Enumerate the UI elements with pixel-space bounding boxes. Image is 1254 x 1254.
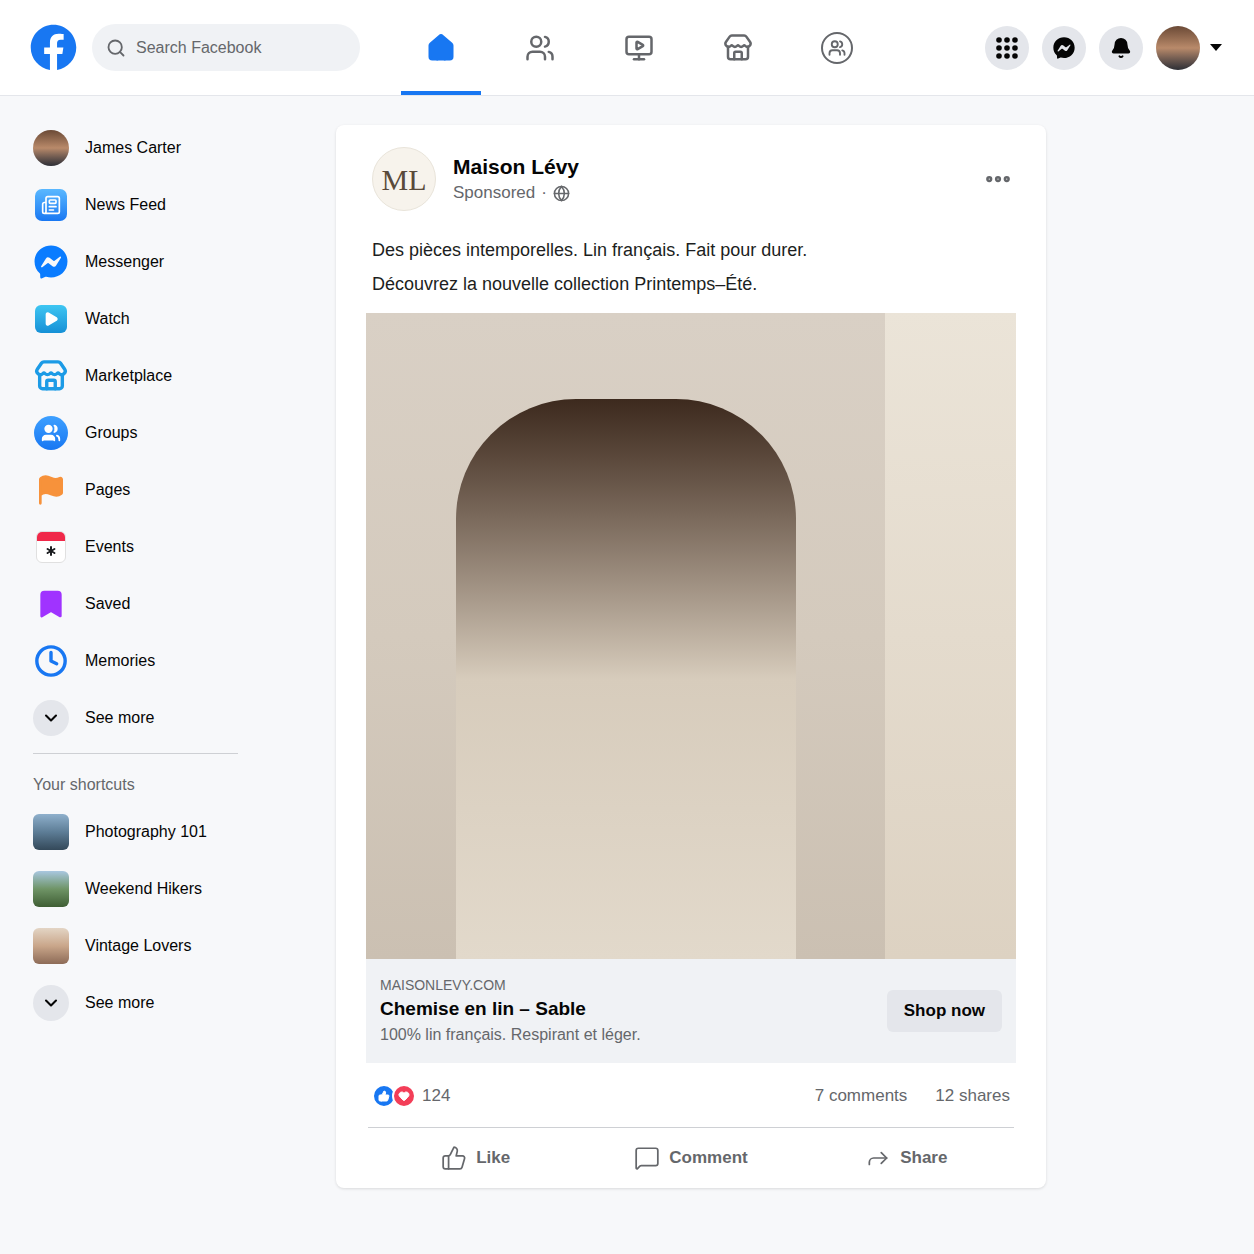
saved-icon xyxy=(33,586,69,622)
marketplace-icon xyxy=(33,358,69,394)
profile-avatar xyxy=(33,130,69,166)
caret-down-icon xyxy=(1210,44,1222,52)
bell-icon xyxy=(1110,37,1132,59)
link-domain: MAISONLEVY.COM xyxy=(380,975,875,995)
facebook-logo-icon[interactable] xyxy=(30,24,77,71)
search-icon xyxy=(106,38,126,58)
watch-icon xyxy=(33,301,69,337)
reactions-row: 124 7 comments 12 shares xyxy=(336,1063,1046,1127)
link-description: 100% lin français. Respirant et léger. xyxy=(380,1023,875,1047)
ad-image[interactable] xyxy=(366,313,1016,959)
top-bar: Search Facebook xyxy=(0,0,1254,96)
actions-divider xyxy=(368,1127,1014,1128)
watch-icon xyxy=(624,33,654,63)
comment-icon xyxy=(634,1145,660,1171)
sidebar-item[interactable]: Groups xyxy=(33,404,336,461)
shortcut-thumbnail xyxy=(33,871,69,907)
messenger-icon xyxy=(1053,37,1075,59)
sidebar-item[interactable]: Watch xyxy=(33,290,336,347)
nav-tab[interactable] xyxy=(797,0,877,95)
messenger-icon xyxy=(33,244,69,280)
sidebar-divider xyxy=(33,753,238,754)
like-button[interactable]: Like xyxy=(368,1128,583,1188)
sidebar-item[interactable]: Events xyxy=(33,518,336,575)
more-options-button[interactable] xyxy=(983,164,1013,194)
globe-icon xyxy=(553,185,570,202)
menu-button[interactable] xyxy=(985,26,1029,70)
events-icon xyxy=(33,529,69,565)
friends-icon xyxy=(525,33,555,63)
like-icon xyxy=(441,1145,467,1171)
left-sidebar: James CarterNews FeedMessengerWatchMarke… xyxy=(0,96,336,1031)
shortcut-thumbnail xyxy=(33,814,69,850)
love-reaction-icon xyxy=(392,1084,416,1108)
sidebar-item[interactable]: News Feed xyxy=(33,176,336,233)
sidebar-item[interactable]: Pages xyxy=(33,461,336,518)
link-preview[interactable]: MAISONLEVY.COMChemise en lin – Sable100%… xyxy=(366,959,1016,1063)
news-feed-icon xyxy=(33,187,69,223)
messenger-button[interactable] xyxy=(1042,26,1086,70)
reactions-summary[interactable]: 124 xyxy=(372,1083,450,1109)
pages-icon xyxy=(33,472,69,508)
home-icon xyxy=(426,33,456,63)
sidebar-item[interactable]: Messenger xyxy=(33,233,336,290)
profile-item[interactable]: James Carter xyxy=(33,119,336,176)
comments-count[interactable]: 7 comments xyxy=(815,1083,908,1109)
shortcut-item[interactable]: Weekend Hikers xyxy=(33,860,336,917)
share-icon xyxy=(865,1145,891,1171)
nav-tab[interactable] xyxy=(500,0,580,95)
account-button[interactable] xyxy=(1156,26,1222,70)
search-field[interactable]: Search Facebook xyxy=(92,24,360,71)
shortcut-item[interactable]: Vintage Lovers xyxy=(33,917,336,974)
post-text: Des pièces intemporelles. Lin français. … xyxy=(336,233,1046,301)
profile-avatar xyxy=(1156,26,1200,70)
sidebar-item[interactable]: Memories xyxy=(33,632,336,689)
sidebar-item[interactable]: Marketplace xyxy=(33,347,336,404)
nav-tab[interactable] xyxy=(401,0,481,95)
memories-icon xyxy=(33,643,69,679)
page-avatar[interactable]: ML xyxy=(372,147,436,211)
chevron-down-icon xyxy=(33,985,69,1021)
shop-now-button[interactable]: Shop now xyxy=(887,990,1002,1032)
see-more-button[interactable]: See more xyxy=(33,974,336,1031)
grid-icon xyxy=(996,37,1018,59)
nav-tab[interactable] xyxy=(698,0,778,95)
shortcuts-title: Your shortcuts xyxy=(33,774,336,796)
page-name[interactable]: Maison Lévy xyxy=(453,153,579,181)
comment-button[interactable]: Comment xyxy=(583,1128,798,1188)
facebook-page: Search Facebook James CarterNews FeedMess… xyxy=(0,0,1254,1254)
marketplace-icon xyxy=(723,33,753,63)
shares-count[interactable]: 12 shares xyxy=(935,1083,1010,1109)
post-actions: LikeCommentShare xyxy=(368,1128,1014,1188)
link-title: Chemise en lin – Sable xyxy=(380,995,875,1023)
nav-tab[interactable] xyxy=(599,0,679,95)
chevron-down-icon xyxy=(33,700,69,736)
share-button[interactable]: Share xyxy=(799,1128,1014,1188)
notifications-button[interactable] xyxy=(1099,26,1143,70)
groups-icon xyxy=(33,415,69,451)
shortcut-thumbnail xyxy=(33,928,69,964)
shortcut-item[interactable]: Photography 101 xyxy=(33,803,336,860)
sidebar-item[interactable]: Saved xyxy=(33,575,336,632)
nav-tabs xyxy=(401,0,877,95)
sponsored-post: ML Maison LévySponsored· Des pièces intemp… xyxy=(336,125,1046,1188)
groups-icon xyxy=(821,32,853,64)
sponsored-label: Sponsored· xyxy=(453,181,579,205)
see-more-button[interactable]: See more xyxy=(33,689,336,746)
